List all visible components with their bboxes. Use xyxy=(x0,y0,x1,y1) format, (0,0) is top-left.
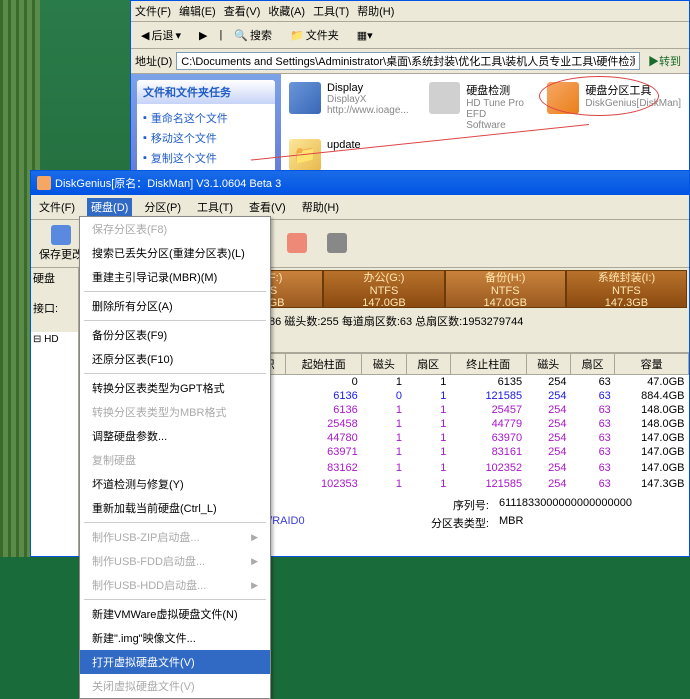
submenu-item[interactable]: 转换分区表类型为GPT格式 xyxy=(80,376,270,400)
submenu-item: 制作USB-HDD启动盘...▶ xyxy=(80,573,270,597)
back-button[interactable]: ◀ 后退 ▾ xyxy=(135,25,187,45)
menu-item[interactable]: 帮助(H) xyxy=(298,198,343,216)
address-label: 地址(D) xyxy=(135,53,172,69)
submenu-item[interactable]: 新建VMWare虚拟硬盘文件(N) xyxy=(80,602,270,626)
submenu-item[interactable]: 坏道检测与修复(Y) xyxy=(80,472,270,496)
partition-segment[interactable]: 系统封装(I:)NTFS147.3GB xyxy=(566,270,687,308)
submenu-item[interactable]: 新建".img"映像文件... xyxy=(80,626,270,650)
menu-item[interactable]: 帮助(H) xyxy=(357,3,394,19)
submenu-item[interactable]: 搜索已丢失分区(重建分区表)(L) xyxy=(80,241,270,265)
file-icon xyxy=(289,82,321,114)
tree-panel[interactable]: ⊟ HD xyxy=(31,332,79,556)
menu-item[interactable]: 硬盘(D) xyxy=(87,198,132,216)
menu-item[interactable]: 工具(T) xyxy=(313,3,349,19)
file-item[interactable]: DisplayDisplayXhttp://www.ioage... xyxy=(289,82,409,131)
submenu-item[interactable]: 备份分区表(F9) xyxy=(80,323,270,347)
file-item[interactable]: 硬盘分区工具DiskGenius[DiskMan] xyxy=(547,82,681,131)
search-button[interactable]: 🔍 搜索 xyxy=(228,25,278,45)
menu-item[interactable]: 编辑(E) xyxy=(179,3,216,19)
file-icon xyxy=(547,82,579,114)
disk-submenu: 保存分区表(F8)搜索已丢失分区(重建分区表)(L)重建主引导记录(MBR)(M… xyxy=(79,216,271,699)
file-icon xyxy=(429,82,460,114)
address-input[interactable] xyxy=(176,52,640,70)
toolbar-button[interactable] xyxy=(323,231,351,256)
explorer-window: 文件(F) 编辑(E) 查看(V) 收藏(A) 工具(T) 帮助(H) ◀ 后退 ▾ ▶ … xyxy=(130,0,690,190)
submenu-item: 保存分区表(F8) xyxy=(80,217,270,241)
submenu-item: 制作USB-FDD启动盘...▶ xyxy=(80,549,270,573)
menu-item[interactable]: 文件(F) xyxy=(135,3,171,19)
menu-item[interactable]: 查看(V) xyxy=(245,198,290,216)
partition-segment[interactable]: 备份(H:)NTFS147.0GB xyxy=(445,270,566,308)
menu-item[interactable]: 收藏(A) xyxy=(268,3,305,19)
menu-item[interactable]: 分区(P) xyxy=(140,198,185,216)
submenu-item[interactable]: 还原分区表(F10) xyxy=(80,347,270,371)
diskgenius-window: DiskGenius[原名：DiskMan] V3.1.0604 Beta 3 … xyxy=(30,170,690,557)
submenu-item[interactable]: 删除所有分区(A) xyxy=(80,294,270,318)
submenu-item: 制作USB-ZIP启动盘...▶ xyxy=(80,525,270,549)
explorer-toolbar: ◀ 后退 ▾ ▶ | 🔍 搜索 📁 文件夹 ▦▾ xyxy=(131,22,689,49)
submenu-item[interactable]: 调整硬盘参数... xyxy=(80,424,270,448)
submenu-item[interactable]: 重建主引导记录(MBR)(M) xyxy=(80,265,270,289)
folders-button[interactable]: 📁 文件夹 xyxy=(284,25,345,45)
submenu-item: 复制硬盘 xyxy=(80,448,270,472)
partition-segment[interactable]: 办公(G:)NTFS147.0GB xyxy=(323,270,444,308)
explorer-menubar: 文件(F) 编辑(E) 查看(V) 收藏(A) 工具(T) 帮助(H) xyxy=(131,1,689,22)
task-link[interactable]: ▪复制这个文件 xyxy=(143,148,269,168)
submenu-item: 关闭虚拟硬盘文件(V) xyxy=(80,674,270,698)
menu-item[interactable]: 工具(T) xyxy=(193,198,237,216)
dg-titlebar: DiskGenius[原名：DiskMan] V3.1.0604 Beta 3 xyxy=(31,171,689,195)
toolbar-button[interactable] xyxy=(283,231,311,256)
submenu-item: 转换分区表类型为MBR格式 xyxy=(80,400,270,424)
task-link[interactable]: ▪移动这个文件 xyxy=(143,128,269,148)
tasks-header: 文件和文件夹任务 xyxy=(137,80,275,104)
submenu-item[interactable]: 重新加载当前硬盘(Ctrl_L) xyxy=(80,496,270,520)
dg-menubar: 文件(F)硬盘(D)分区(P)工具(T)查看(V)帮助(H)保存分区表(F8)搜… xyxy=(31,195,689,220)
task-link[interactable]: ▪重命名这个文件 xyxy=(143,108,269,128)
views-button[interactable]: ▦▾ xyxy=(351,27,379,44)
address-bar: 地址(D) ▶转到 xyxy=(131,49,689,74)
menu-item[interactable]: 文件(F) xyxy=(35,198,79,216)
go-button[interactable]: ▶转到 xyxy=(644,52,685,70)
app-icon xyxy=(37,176,51,190)
menu-item[interactable]: 查看(V) xyxy=(224,3,261,19)
file-item[interactable]: 硬盘检测HD Tune ProEFD Software xyxy=(429,82,528,131)
forward-button[interactable]: ▶ xyxy=(193,27,213,44)
submenu-item[interactable]: 打开虚拟硬盘文件(V) xyxy=(80,650,270,674)
